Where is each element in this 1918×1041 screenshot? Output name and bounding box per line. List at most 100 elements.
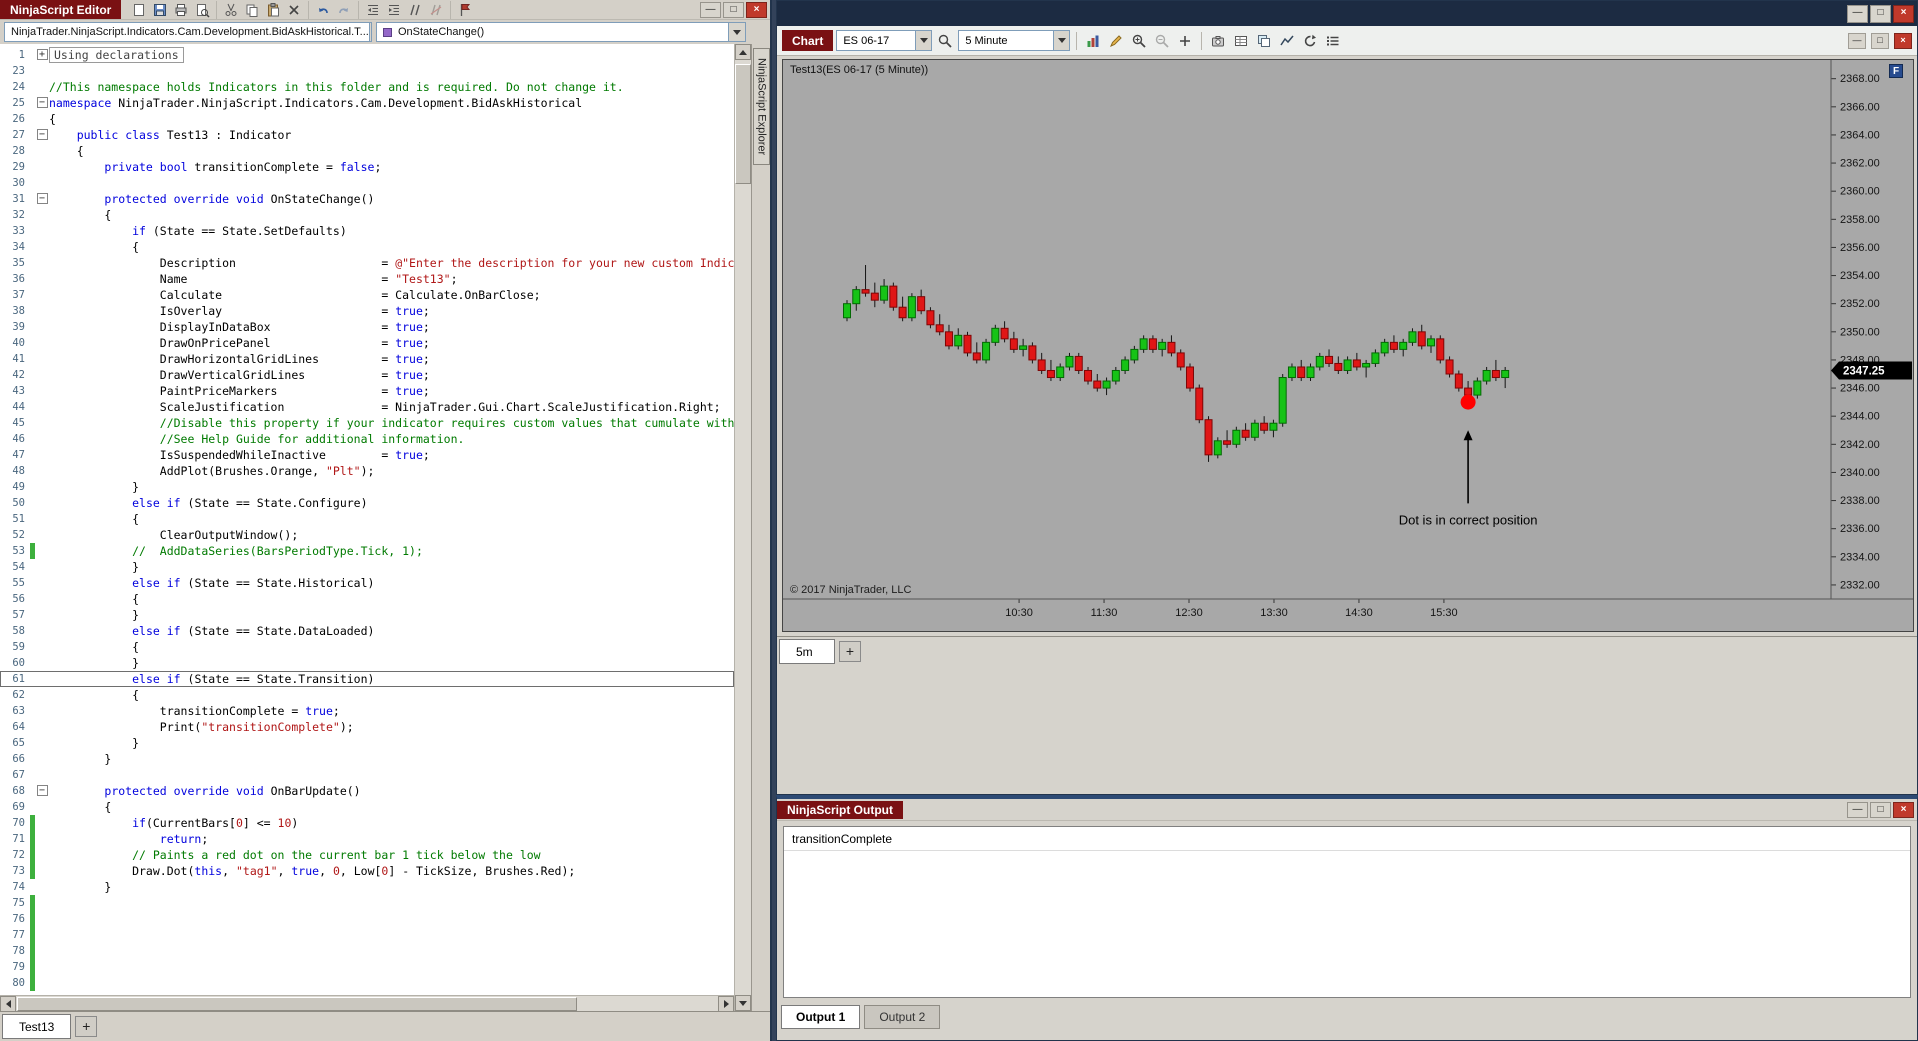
code-line[interactable]: 66 } [0, 751, 734, 767]
chart-maximize-button[interactable]: □ [1870, 4, 1891, 23]
editor-minimize-button[interactable]: — [700, 1, 721, 18]
code-line[interactable]: 57 } [0, 607, 734, 623]
cut-icon[interactable] [221, 1, 241, 19]
code-line[interactable]: 39 DisplayInDataBox = true; [0, 319, 734, 335]
code-line[interactable]: 42 DrawVerticalGridLines = true; [0, 367, 734, 383]
collapse-region-icon[interactable]: − [36, 193, 48, 204]
code-line[interactable]: 43 PaintPriceMarkers = true; [0, 383, 734, 399]
collapse-region-icon[interactable]: − [36, 97, 48, 108]
tab-output-2[interactable]: Output 2 [864, 1005, 941, 1029]
indicators-icon[interactable] [1254, 32, 1274, 50]
print-preview-icon[interactable] [192, 1, 212, 19]
output-console[interactable]: transitionComplete [783, 826, 1911, 998]
code-line[interactable]: 25− namespace NinjaTrader.NinjaScript.Ind… [0, 95, 734, 111]
code-line[interactable]: 74 } [0, 879, 734, 895]
code-line[interactable]: 44 ScaleJustification = NinjaTrader.Gui.… [0, 399, 734, 415]
member-dropdown-arrow[interactable] [728, 23, 745, 41]
interval-dropdown-arrow[interactable] [1053, 31, 1070, 50]
zoom-out-icon[interactable] [1152, 32, 1172, 50]
new-file-icon[interactable] [129, 1, 149, 19]
chart-close-button[interactable]: × [1893, 4, 1914, 23]
code-line[interactable]: 41 DrawHorizontalGridLines = true; [0, 351, 734, 367]
print-icon[interactable] [171, 1, 191, 19]
scroll-down-arrow[interactable] [735, 995, 751, 1011]
member-dropdown[interactable]: OnStateChange() [376, 22, 746, 42]
code-line[interactable]: 70 if(CurrentBars[0] <= 10) [0, 815, 734, 831]
delete-icon[interactable] [284, 1, 304, 19]
compile-icon[interactable] [455, 1, 475, 19]
add-tab-button[interactable]: + [75, 1016, 98, 1037]
type-dropdown-arrow[interactable] [368, 23, 371, 41]
tab-output-1[interactable]: Output 1 [781, 1005, 861, 1029]
add-chart-tab-button[interactable]: + [839, 641, 861, 662]
code-line[interactable]: 45 //Disable this property if your indic… [0, 415, 734, 431]
code-line[interactable]: 46 //See Help Guide for additional infor… [0, 431, 734, 447]
code-line[interactable]: 27− public class Test13 : Indicator [0, 127, 734, 143]
copy-icon[interactable] [242, 1, 262, 19]
instrument-selector[interactable]: ES 06-17 [836, 30, 933, 51]
code-line[interactable]: 34 { [0, 239, 734, 255]
code-line[interactable]: 23 [0, 63, 734, 79]
code-line[interactable]: 48 AddPlot(Brushes.Orange, "Plt"); [0, 463, 734, 479]
code-line[interactable]: 72 // Paints a red dot on the current ba… [0, 847, 734, 863]
code-editor[interactable]: 1 + Using declarations 23 24//This namespace… [0, 44, 734, 995]
instrument-dropdown-arrow[interactable] [915, 31, 932, 50]
code-line[interactable]: 40 DrawOnPricePanel = true; [0, 335, 734, 351]
code-line[interactable]: 1 + Using declarations [0, 47, 734, 63]
code-line[interactable]: 60 } [0, 655, 734, 671]
save-icon[interactable] [150, 1, 170, 19]
output-maximize-button[interactable]: □ [1870, 801, 1891, 818]
output-minimize-button[interactable]: — [1847, 801, 1868, 818]
code-line[interactable]: 78 [0, 943, 734, 959]
code-line[interactable]: 73 Draw.Dot(this, "tag1", true, 0, Low[0… [0, 863, 734, 879]
chart-style-icon[interactable] [1083, 32, 1103, 50]
output-close-button[interactable]: × [1893, 801, 1914, 818]
vertical-scroll-thumb[interactable] [735, 64, 751, 184]
code-line[interactable]: 36 Name = "Test13"; [0, 271, 734, 287]
code-line[interactable]: 68− protected override void OnBarUpdate(… [0, 783, 734, 799]
editor-close-button[interactable]: × [746, 1, 767, 18]
data-grid-icon[interactable] [1231, 32, 1251, 50]
code-line[interactable]: 77 [0, 927, 734, 943]
code-line[interactable]: 54 } [0, 559, 734, 575]
outdent-icon[interactable] [363, 1, 383, 19]
panel-close-button[interactable]: × [1894, 32, 1912, 49]
properties-icon[interactable] [1323, 32, 1343, 50]
interval-selector[interactable]: 5 Minute [958, 30, 1071, 51]
code-line[interactable]: 52 ClearOutputWindow(); [0, 527, 734, 543]
editor-vertical-scrollbar[interactable] [734, 44, 751, 1011]
code-line[interactable]: 30 [0, 175, 734, 191]
code-line[interactable]: 29 private bool transitionComplete = fal… [0, 159, 734, 175]
ninjascript-explorer-tab[interactable]: NinjaScript Explorer [752, 48, 770, 166]
zoom-in-icon[interactable] [1129, 32, 1149, 50]
snapshot-icon[interactable] [1208, 32, 1228, 50]
code-line[interactable]: 53 // AddDataSeries(BarsPeriodType.Tick,… [0, 543, 734, 559]
scroll-up-arrow[interactable] [735, 44, 751, 60]
scroll-right-arrow[interactable] [718, 995, 734, 1012]
code-line[interactable]: 71 return; [0, 831, 734, 847]
code-line[interactable]: 47 IsSuspendedWhileInactive = true; [0, 447, 734, 463]
reload-icon[interactable] [1300, 32, 1320, 50]
code-line[interactable]: 38 IsOverlay = true; [0, 303, 734, 319]
code-line[interactable]: 62 { [0, 687, 734, 703]
code-line[interactable]: 67 [0, 767, 734, 783]
scroll-left-arrow[interactable] [0, 995, 16, 1012]
code-line[interactable]: 59 { [0, 639, 734, 655]
collapse-region-icon[interactable]: − [36, 129, 48, 140]
editor-horizontal-scrollbar[interactable] [0, 995, 734, 1012]
crosshair-icon[interactable] [1175, 32, 1195, 50]
type-dropdown[interactable]: NinjaTrader.NinjaScript.Indicators.Cam.D… [4, 22, 372, 42]
uncomment-icon[interactable] [426, 1, 446, 19]
chart-minimize-button[interactable]: — [1847, 4, 1868, 23]
code-line[interactable]: 32 { [0, 207, 734, 223]
paste-icon[interactable] [263, 1, 283, 19]
price-chart-svg[interactable]: 2368.00 2366.00 2364.00 2362.00 2360.00 2358.… [782, 59, 1914, 632]
code-line[interactable]: 56 { [0, 591, 734, 607]
code-line[interactable]: 55 else if (State == State.Historical) [0, 575, 734, 591]
code-line[interactable]: 35 Description = @"Enter the description… [0, 255, 734, 271]
code-line[interactable]: 33 if (State == State.SetDefaults) [0, 223, 734, 239]
code-line[interactable]: 58 else if (State == State.DataLoaded) [0, 623, 734, 639]
code-line[interactable]: 79 [0, 959, 734, 975]
code-line[interactable]: 28 { [0, 143, 734, 159]
indent-icon[interactable] [384, 1, 404, 19]
